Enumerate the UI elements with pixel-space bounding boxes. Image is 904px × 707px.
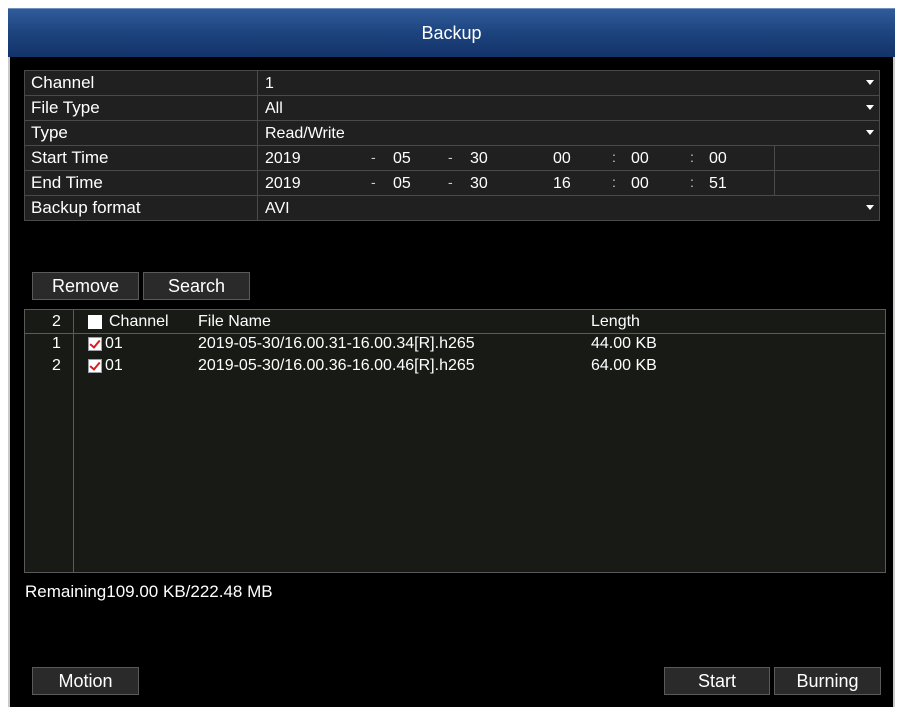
date-time-divider bbox=[774, 171, 775, 195]
end-hour-input[interactable]: 16 bbox=[553, 171, 571, 195]
backup-settings-form: Channel 1 File Type All Type Read/Write … bbox=[24, 70, 880, 221]
row-index: 1 bbox=[52, 335, 61, 352]
index-column bbox=[25, 310, 74, 572]
row-index: 2 bbox=[52, 357, 61, 374]
end-second-input[interactable]: 51 bbox=[709, 171, 727, 195]
backup-format-label: Backup format bbox=[25, 196, 258, 220]
start-second-input[interactable]: 00 bbox=[709, 146, 727, 170]
type-row: Type Read/Write bbox=[25, 121, 879, 146]
dialog-title: Backup bbox=[8, 8, 895, 57]
backup-format-row: Backup format AVI bbox=[25, 196, 879, 220]
file-type-row: File Type All bbox=[25, 96, 879, 121]
time-separator: : bbox=[612, 149, 616, 165]
row-checkbox[interactable] bbox=[88, 337, 102, 351]
dropdown-arrow-icon[interactable] bbox=[866, 205, 874, 210]
file-name-column-header: File Name bbox=[198, 313, 271, 330]
type-label: Type bbox=[25, 121, 258, 145]
remaining-space: Remaining109.00 KB/222.48 MB bbox=[25, 582, 273, 601]
date-time-divider bbox=[774, 146, 775, 170]
dropdown-arrow-icon[interactable] bbox=[866, 105, 874, 110]
start-minute-input[interactable]: 00 bbox=[631, 146, 649, 170]
type-value: Read/Write bbox=[265, 125, 345, 142]
channel-value: 1 bbox=[265, 75, 274, 92]
end-minute-input[interactable]: 00 bbox=[631, 171, 649, 195]
backup-format-select[interactable]: AVI bbox=[259, 196, 879, 220]
start-month-input[interactable]: 05 bbox=[393, 146, 411, 170]
row-channel: 01 bbox=[105, 335, 123, 352]
end-year-input[interactable]: 2019 bbox=[265, 171, 301, 195]
end-month-input[interactable]: 05 bbox=[393, 171, 411, 195]
time-separator: : bbox=[690, 174, 694, 190]
start-hour-input[interactable]: 00 bbox=[553, 146, 571, 170]
dialog-left-border bbox=[8, 57, 10, 707]
date-separator: - bbox=[371, 174, 376, 190]
date-separator: - bbox=[448, 149, 453, 165]
search-button[interactable]: Search bbox=[143, 272, 250, 300]
length-column-header: Length bbox=[591, 313, 640, 330]
remove-button[interactable]: Remove bbox=[32, 272, 139, 300]
file-type-value: All bbox=[265, 100, 283, 117]
start-button[interactable]: Start bbox=[664, 667, 770, 695]
row-file-name: 2019-05-30/16.00.36-16.00.46[R].h265 bbox=[198, 357, 475, 374]
date-separator: - bbox=[371, 149, 376, 165]
file-type-select[interactable]: All bbox=[259, 96, 879, 120]
motion-button[interactable]: Motion bbox=[32, 667, 139, 695]
row-checkbox[interactable] bbox=[88, 359, 102, 373]
channel-label: Channel bbox=[25, 71, 258, 95]
select-all-checkbox[interactable] bbox=[88, 315, 102, 329]
date-separator: - bbox=[448, 174, 453, 190]
start-time-label: Start Time bbox=[25, 146, 258, 170]
channel-column-header: Channel bbox=[109, 313, 169, 330]
row-length: 44.00 KB bbox=[591, 335, 657, 352]
end-time-row: End Time 2019 - 05 - 30 16 : 00 : 51 bbox=[25, 171, 879, 196]
row-channel: 01 bbox=[105, 357, 123, 374]
type-select[interactable]: Read/Write bbox=[259, 121, 879, 145]
channel-row: Channel 1 bbox=[25, 71, 879, 96]
backup-format-value: AVI bbox=[265, 200, 290, 217]
dialog-right-border bbox=[893, 57, 895, 707]
end-time-field: 2019 - 05 - 30 16 : 00 : 51 bbox=[259, 171, 879, 195]
dropdown-arrow-icon[interactable] bbox=[866, 80, 874, 85]
end-time-label: End Time bbox=[25, 171, 258, 195]
file-count: 2 bbox=[52, 313, 61, 330]
burning-button[interactable]: Burning bbox=[774, 667, 881, 695]
start-day-input[interactable]: 30 bbox=[470, 146, 488, 170]
backup-file-list: 2 Channel File Name Length 1 01 2019-05-… bbox=[24, 309, 886, 573]
channel-select[interactable]: 1 bbox=[259, 71, 879, 95]
file-list-header: 2 Channel File Name Length bbox=[25, 310, 885, 334]
start-year-input[interactable]: 2019 bbox=[265, 146, 301, 170]
dropdown-arrow-icon[interactable] bbox=[866, 130, 874, 135]
end-day-input[interactable]: 30 bbox=[470, 171, 488, 195]
start-time-field: 2019 - 05 - 30 00 : 00 : 00 bbox=[259, 146, 879, 170]
time-separator: : bbox=[612, 174, 616, 190]
row-length: 64.00 KB bbox=[591, 357, 657, 374]
time-separator: : bbox=[690, 149, 694, 165]
start-time-row: Start Time 2019 - 05 - 30 00 : 00 : 00 bbox=[25, 146, 879, 171]
file-type-label: File Type bbox=[25, 96, 258, 120]
row-file-name: 2019-05-30/16.00.31-16.00.34[R].h265 bbox=[198, 335, 475, 352]
